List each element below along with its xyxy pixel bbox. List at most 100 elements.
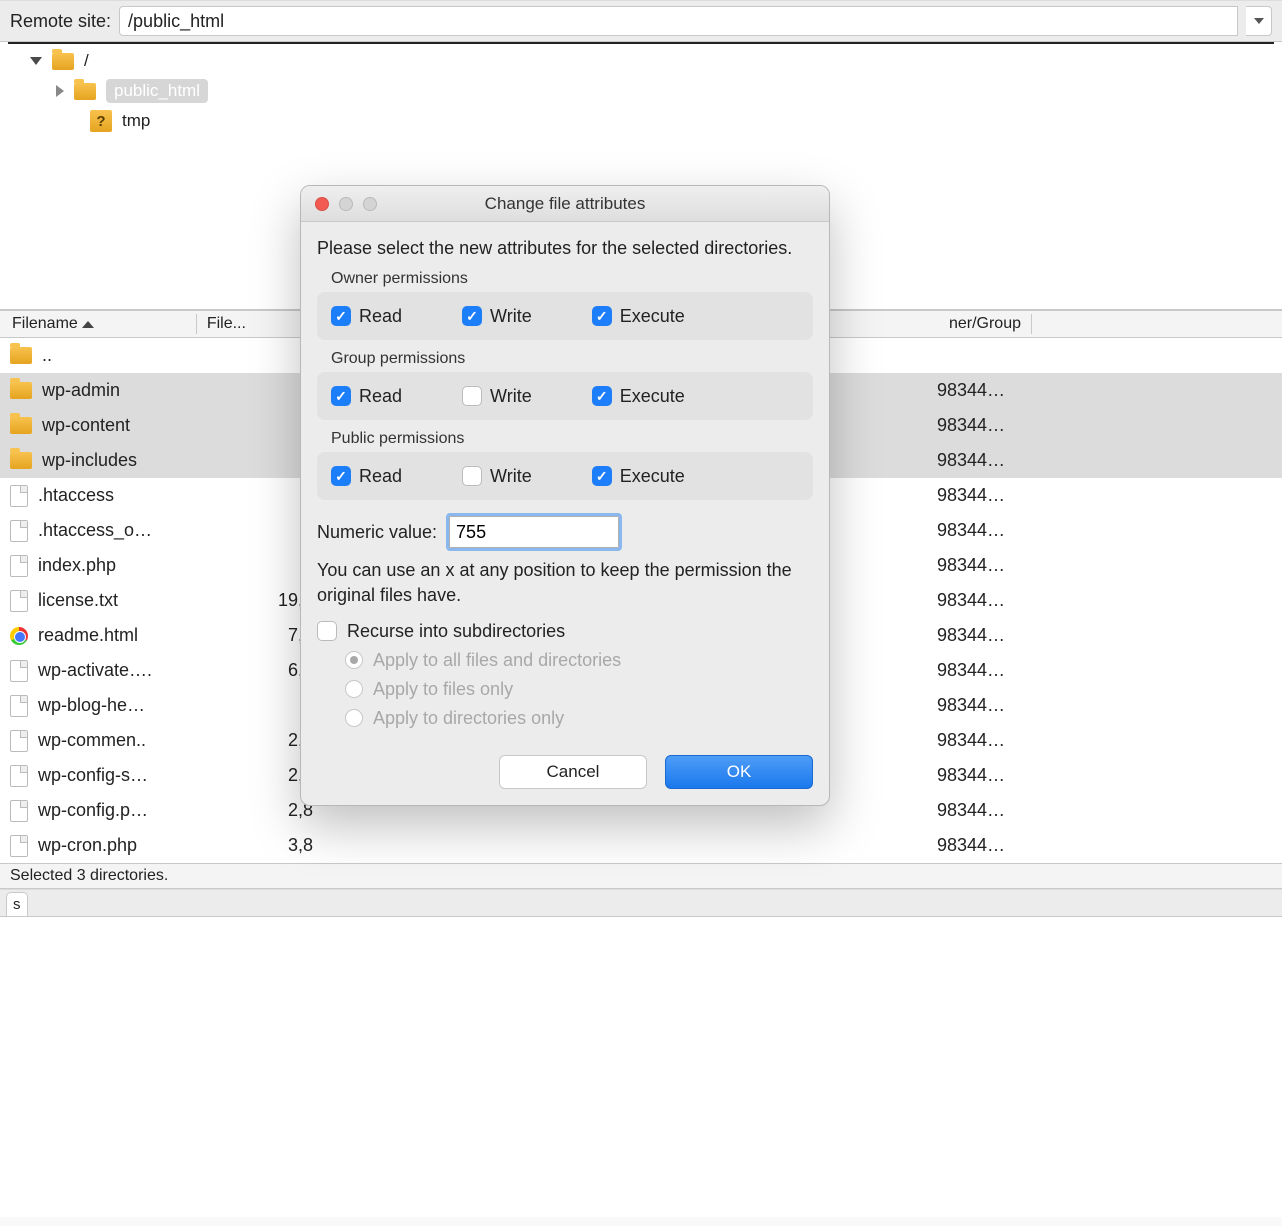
file-name: ..	[42, 345, 247, 366]
file-owner: 98344…	[937, 730, 1037, 751]
file-owner: 98344…	[937, 695, 1037, 716]
numeric-hint: You can use an x at any position to keep…	[317, 558, 813, 607]
recurse-checkbox[interactable]: Recurse into subdirectories	[317, 621, 813, 642]
sort-asc-icon	[82, 321, 94, 328]
numeric-label: Numeric value:	[317, 522, 437, 543]
folder-unknown-icon: ?	[90, 110, 112, 132]
group-execute-checkbox[interactable]: Execute	[592, 386, 685, 407]
folder-icon	[10, 382, 32, 399]
file-owner: 98344…	[937, 660, 1037, 681]
file-owner: 98344…	[937, 415, 1037, 436]
owner-perm-group: Read Write Execute	[317, 292, 813, 340]
file-icon	[10, 765, 28, 787]
folder-icon	[10, 417, 32, 434]
owner-read-checkbox[interactable]: Read	[331, 306, 402, 327]
radio-icon	[345, 680, 363, 698]
group-perm-group: Read Write Execute	[317, 372, 813, 420]
disclosure-right-icon[interactable]	[56, 85, 64, 97]
tree-row-root[interactable]: /	[0, 46, 1282, 76]
tree-label: tmp	[122, 111, 150, 131]
owner-execute-checkbox[interactable]: Execute	[592, 306, 685, 327]
file-icon	[10, 730, 28, 752]
file-owner: 98344…	[937, 380, 1037, 401]
owner-perm-label: Owner permissions	[331, 270, 813, 288]
remote-site-label: Remote site:	[10, 11, 111, 32]
file-name: readme.html	[38, 625, 243, 646]
file-icon	[10, 520, 28, 542]
public-perm-group: Read Write Execute	[317, 452, 813, 500]
file-owner: 98344…	[937, 765, 1037, 786]
public-execute-checkbox[interactable]: Execute	[592, 466, 685, 487]
remote-site-bar: Remote site: /public_html	[0, 0, 1282, 42]
dialog-intro: Please select the new attributes for the…	[317, 236, 813, 260]
remote-path-text: /public_html	[128, 11, 224, 32]
file-name: .htaccess_o…	[38, 520, 243, 541]
owner-write-checkbox[interactable]: Write	[462, 306, 532, 327]
column-header-filesize[interactable]: File...	[207, 315, 246, 333]
public-read-checkbox[interactable]: Read	[331, 466, 402, 487]
radio-apply-all: Apply to all files and directories	[345, 650, 813, 671]
numeric-value-input[interactable]	[449, 516, 619, 548]
file-icon	[10, 800, 28, 822]
tree-row-tmp[interactable]: ? tmp	[0, 106, 1282, 136]
folder-icon	[74, 83, 96, 100]
file-owner: 98344…	[937, 625, 1037, 646]
dialog-titlebar[interactable]: Change file attributes	[301, 186, 829, 222]
radio-apply-files: Apply to files only	[345, 679, 813, 700]
column-header-filename[interactable]: Filename	[12, 315, 94, 333]
remote-path-input[interactable]: /public_html	[119, 6, 1238, 36]
file-name: wp-includes	[42, 450, 247, 471]
file-owner: 98344…	[937, 450, 1037, 471]
file-name: wp-blog-he…	[38, 695, 243, 716]
file-icon	[10, 835, 28, 857]
file-name: index.php	[38, 555, 243, 576]
folder-icon	[52, 53, 74, 70]
file-owner: 98344…	[937, 555, 1037, 576]
file-owner: 98344…	[937, 835, 1037, 856]
file-name: wp-commen..	[38, 730, 243, 751]
file-owner: 98344…	[937, 485, 1037, 506]
tab[interactable]: s	[6, 892, 28, 916]
header-separator	[1031, 314, 1032, 334]
column-header-owner[interactable]: ner/Group	[949, 315, 1021, 333]
group-perm-label: Group permissions	[331, 350, 813, 368]
chevron-down-icon	[1254, 18, 1264, 24]
radio-apply-dirs: Apply to directories only	[345, 708, 813, 729]
change-attributes-dialog: Change file attributes Please select the…	[300, 185, 830, 806]
file-name: .htaccess	[38, 485, 243, 506]
tree-label-selected: public_html	[106, 79, 208, 103]
file-name: wp-activate….	[38, 660, 243, 681]
tree-row-public-html[interactable]: public_html	[0, 76, 1282, 106]
ok-button[interactable]: OK	[665, 755, 813, 789]
public-perm-label: Public permissions	[331, 430, 813, 448]
file-owner: 98344…	[937, 800, 1037, 821]
radio-icon	[345, 651, 363, 669]
folder-icon	[10, 452, 32, 469]
file-name: wp-content	[42, 415, 247, 436]
remote-path-dropdown[interactable]	[1246, 6, 1272, 36]
group-write-checkbox[interactable]: Write	[462, 386, 532, 407]
file-icon	[10, 485, 28, 507]
list-row[interactable]: wp-cron.php 3,8 98344…	[0, 828, 1282, 863]
file-name: wp-admin	[42, 380, 247, 401]
checkbox-icon	[317, 621, 337, 641]
header-separator	[196, 314, 197, 334]
file-name: wp-cron.php	[38, 835, 243, 856]
group-read-checkbox[interactable]: Read	[331, 386, 402, 407]
file-name: wp-config.p…	[38, 800, 243, 821]
file-owner: 98344…	[937, 590, 1037, 611]
radio-icon	[345, 709, 363, 727]
file-icon	[10, 695, 28, 717]
tab-strip: s	[0, 889, 1282, 917]
status-bar: Selected 3 directories.	[0, 863, 1282, 889]
divider	[8, 42, 1274, 44]
file-size: 3,8	[253, 835, 313, 856]
cancel-button[interactable]: Cancel	[499, 755, 647, 789]
public-write-checkbox[interactable]: Write	[462, 466, 532, 487]
status-text: Selected 3 directories.	[10, 867, 168, 885]
file-icon	[10, 555, 28, 577]
disclosure-down-icon[interactable]	[30, 57, 42, 65]
dialog-title: Change file attributes	[301, 194, 829, 214]
lower-pane	[0, 917, 1282, 1217]
file-name: wp-config-s…	[38, 765, 243, 786]
